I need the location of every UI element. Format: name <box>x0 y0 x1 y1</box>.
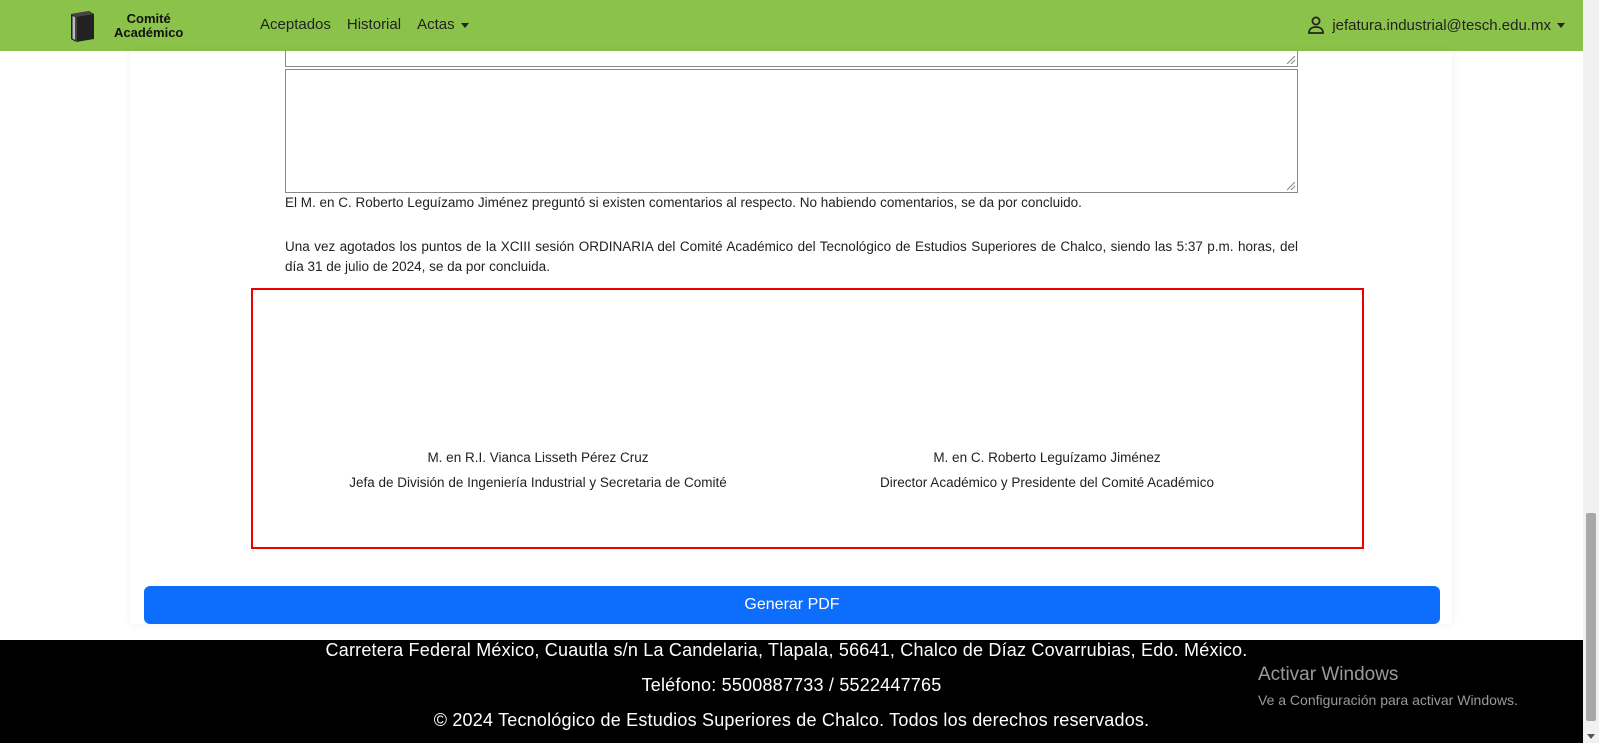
footer-address: Carretera Federal México, Cuautla s/n La… <box>325 640 1248 660</box>
nav-link-actas-label: Actas <box>417 16 455 33</box>
generate-pdf-button[interactable]: Generar PDF <box>144 586 1440 624</box>
resize-grip-icon[interactable] <box>1287 56 1295 64</box>
nav-dropdown-actas[interactable]: Actas <box>417 16 469 33</box>
signature-role: Director Académico y Presidente del Comi… <box>880 475 1214 490</box>
caret-down-icon <box>1557 22 1565 28</box>
user-icon <box>1308 16 1325 34</box>
nav-link-aceptados[interactable]: Aceptados <box>260 16 331 33</box>
comment-textarea[interactable] <box>285 69 1298 193</box>
signature-secretary: M. en R.I. Vianca Lisseth Pérez Cruz Jef… <box>288 445 788 495</box>
user-email: jefatura.industrial@tesch.edu.mx <box>1332 16 1551 34</box>
brand-line1: Comité <box>126 11 171 26</box>
book-icon <box>71 11 94 42</box>
brand-text: Comité Académico <box>114 12 183 40</box>
previous-textarea[interactable] <box>285 51 1298 67</box>
nav-link-historial[interactable]: Historial <box>347 16 401 33</box>
signatures-box: M. en R.I. Vianca Lisseth Pérez Cruz Jef… <box>251 288 1364 549</box>
signature-president: M. en C. Roberto Leguízamo Jiménez Direc… <box>797 445 1297 495</box>
user-menu[interactable]: jefatura.industrial@tesch.edu.mx <box>1306 15 1565 35</box>
resize-grip-icon[interactable] <box>1287 182 1295 190</box>
windows-activation-watermark: Activar Windows Ve a Configuración para … <box>1258 664 1518 708</box>
watermark-subtitle: Ve a Configuración para activar Windows. <box>1258 692 1518 708</box>
brand-line2: Académico <box>114 25 184 40</box>
closing-comment: El M. en C. Roberto Leguízamo Jiménez pr… <box>285 195 1082 210</box>
closing-statement: Una vez agotados los puntos de la XCIII … <box>285 239 1298 274</box>
signature-name: M. en R.I. Vianca Lisseth Pérez Cruz <box>427 450 649 465</box>
footer-copyright: © 2024 Tecnológico de Estudios Superiore… <box>433 710 1150 730</box>
scroll-down-icon[interactable] <box>1587 734 1595 739</box>
caret-down-icon <box>460 22 469 28</box>
signature-name: M. en C. Roberto Leguízamo Jiménez <box>933 450 1161 465</box>
brand[interactable]: Comité Académico <box>68 10 183 42</box>
signature-role: Jefa de División de Ingeniería Industria… <box>349 475 727 490</box>
navbar: Comité Académico Aceptados Historial Act… <box>0 0 1583 51</box>
watermark-title: Activar Windows <box>1258 664 1399 685</box>
scrollbar-thumb[interactable] <box>1586 513 1596 721</box>
page-scrollbar[interactable] <box>1583 0 1599 743</box>
nav-links: Aceptados Historial Actas <box>260 16 469 33</box>
